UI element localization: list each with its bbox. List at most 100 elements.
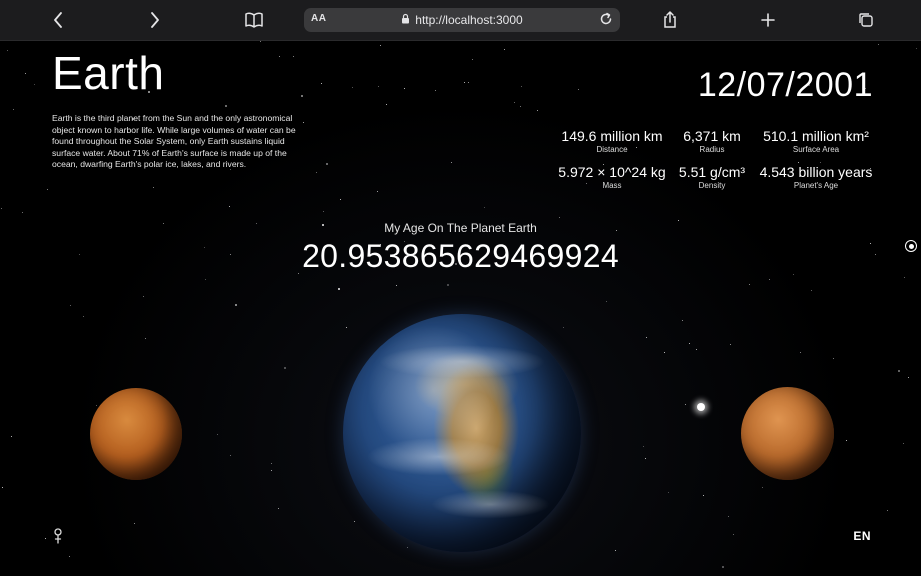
- star: [145, 338, 146, 339]
- star: [484, 207, 485, 208]
- share-icon[interactable]: [660, 0, 680, 40]
- planet-left-venus[interactable]: [90, 388, 182, 480]
- stat-label: Planet's Age: [793, 181, 839, 190]
- star: [235, 304, 237, 306]
- star: [377, 191, 378, 192]
- star: [521, 86, 522, 87]
- address-bar[interactable]: AA http://localhost:3000: [304, 8, 620, 32]
- scroll-indicator-icon[interactable]: [905, 240, 917, 252]
- star: [217, 434, 218, 435]
- star: [205, 279, 206, 280]
- star: [563, 327, 564, 328]
- star: [646, 337, 647, 338]
- star: [153, 187, 154, 188]
- star: [13, 109, 14, 110]
- star: [769, 279, 770, 280]
- planet-right-mars[interactable]: [741, 387, 834, 480]
- star: [22, 212, 23, 213]
- star: [749, 284, 750, 285]
- star: [878, 44, 879, 45]
- star: [730, 344, 731, 345]
- star: [386, 104, 387, 105]
- star: [229, 206, 230, 207]
- star: [326, 163, 328, 165]
- star: [846, 440, 847, 441]
- star: [811, 290, 812, 291]
- star: [225, 105, 227, 107]
- star: [685, 404, 686, 405]
- star: [689, 343, 690, 344]
- star: [404, 88, 405, 89]
- star: [378, 86, 379, 87]
- star: [321, 83, 322, 84]
- star: [323, 211, 324, 212]
- star: [83, 316, 84, 317]
- date-display: 12/07/2001: [697, 66, 873, 104]
- tabs-icon[interactable]: [856, 0, 876, 40]
- star: [271, 470, 272, 471]
- star: [45, 538, 46, 539]
- reload-icon[interactable]: [598, 11, 614, 32]
- star: [578, 89, 579, 90]
- star: [898, 370, 900, 372]
- star: [271, 463, 272, 464]
- star: [520, 106, 521, 107]
- star: [407, 547, 408, 548]
- planet-earth[interactable]: [343, 314, 581, 552]
- star: [762, 487, 763, 488]
- star: [468, 82, 469, 83]
- star: [615, 550, 616, 551]
- star: [340, 199, 341, 200]
- star: [278, 508, 279, 509]
- star: [798, 162, 799, 163]
- star: [260, 41, 261, 42]
- star: [464, 82, 465, 83]
- star: [887, 510, 888, 511]
- age-label: My Age On The Planet Earth: [384, 221, 537, 235]
- star: [380, 45, 381, 46]
- star: [143, 296, 144, 297]
- language-toggle[interactable]: EN: [853, 529, 871, 543]
- star: [696, 349, 697, 350]
- bright-star: [697, 403, 705, 411]
- stat-surface-area: 510.1 million km² Surface Area: [741, 128, 891, 156]
- star: [338, 288, 340, 290]
- star: [908, 377, 909, 378]
- star: [916, 48, 917, 49]
- star: [1, 208, 2, 209]
- url-display: http://localhost:3000: [304, 8, 620, 32]
- star: [25, 73, 26, 74]
- wrench-icon[interactable]: [52, 528, 64, 551]
- forward-icon[interactable]: [145, 0, 165, 40]
- new-tab-icon[interactable]: [758, 0, 778, 40]
- back-icon[interactable]: [48, 0, 68, 40]
- planet-title: Earth: [52, 47, 165, 99]
- star: [606, 301, 607, 302]
- star: [346, 327, 347, 328]
- star: [284, 367, 286, 369]
- star: [664, 352, 665, 353]
- star: [537, 110, 538, 111]
- stat-value: 4.543 billion years: [759, 164, 873, 180]
- stat-planet-age: 4.543 billion years Planet's Age: [741, 164, 891, 192]
- star: [800, 352, 801, 353]
- star: [728, 516, 729, 517]
- star: [833, 358, 834, 359]
- star: [96, 405, 97, 406]
- star: [134, 523, 135, 524]
- star: [34, 84, 35, 85]
- star: [293, 56, 294, 57]
- star: [7, 50, 8, 51]
- star: [279, 56, 280, 57]
- star: [904, 277, 905, 278]
- planet-description: Earth is the third planet from the Sun a…: [52, 113, 296, 170]
- star: [682, 320, 683, 321]
- star: [514, 102, 515, 103]
- bookmarks-icon[interactable]: [243, 0, 265, 40]
- star: [2, 487, 3, 488]
- star: [820, 162, 821, 163]
- star: [559, 217, 560, 218]
- age-value: 20.953865629469924: [302, 238, 619, 274]
- star: [230, 455, 231, 456]
- star: [722, 566, 724, 568]
